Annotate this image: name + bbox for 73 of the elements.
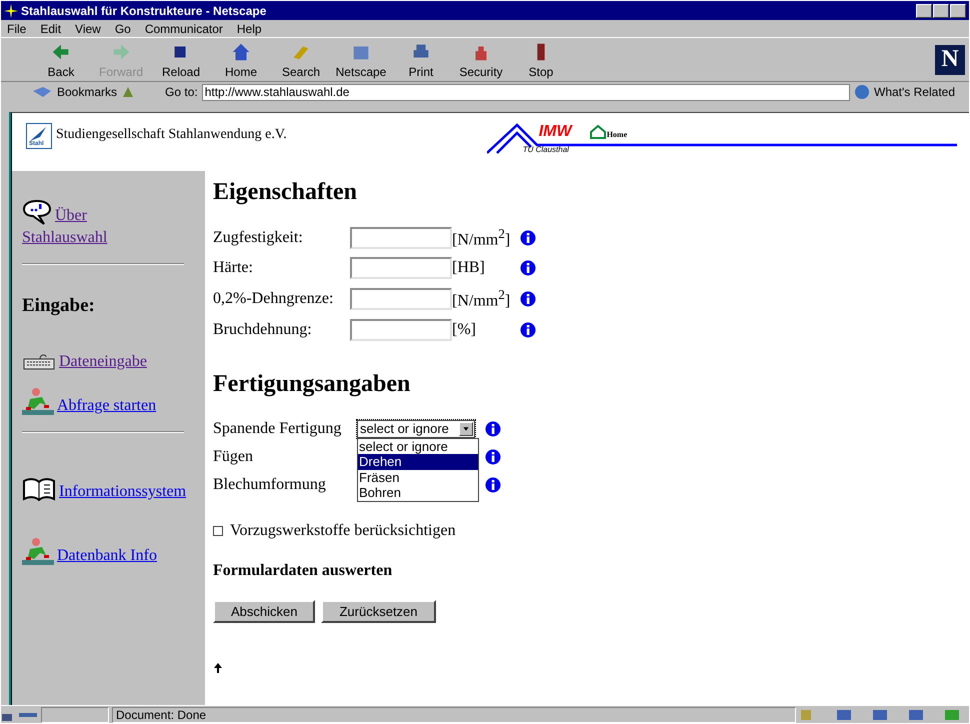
sidebar-link[interactable]: Informationssystem	[59, 483, 186, 501]
input-field[interactable]	[350, 288, 452, 310]
info-icon[interactable]	[520, 260, 536, 276]
dropdown-option[interactable]: Drehen	[358, 454, 478, 470]
unit-label: [N/mm$^{2}$]	[452, 226, 512, 250]
info-icon[interactable]	[520, 322, 536, 338]
unit-label: [%]	[452, 320, 477, 339]
sidebar-heading: Eingabe:	[22, 295, 96, 317]
up-arrow-icon[interactable]	[213, 662, 223, 673]
app-icon	[4, 4, 18, 18]
unit-label: [HB]	[452, 259, 486, 278]
menu-item[interactable]: Go	[114, 22, 131, 36]
imw-logo-text: IMW	[538, 123, 572, 141]
menu-item[interactable]: File	[7, 22, 26, 36]
input-field[interactable]	[350, 257, 452, 280]
close-button[interactable]	[950, 4, 966, 18]
input-field[interactable]	[350, 226, 452, 249]
sidebar-link[interactable]: Datenbank Info	[57, 547, 157, 565]
menu-item[interactable]: Edit	[40, 22, 62, 36]
field-label: Fügen	[213, 448, 254, 466]
progress-pane	[41, 706, 109, 722]
section-heading: Fertigungsangaben	[213, 370, 412, 398]
speech-bubble-icon	[22, 199, 52, 225]
toolbar-button[interactable]: Print	[391, 40, 451, 78]
sidebar-link[interactable]: Dateneingabe	[59, 353, 147, 371]
window-title: Stahlauswahl für Konstrukteure - Netscape	[21, 4, 266, 18]
form-heading: Formulardaten auswerten	[213, 562, 394, 580]
whats-related-button[interactable]: What's Related	[874, 85, 955, 99]
university-name: TU Clausthal	[522, 145, 569, 154]
menu-item[interactable]: View	[75, 22, 101, 36]
field-label: Blechumformung	[213, 476, 327, 494]
sidebar-link[interactable]: Abfrage starten	[57, 397, 156, 415]
field-label: Härte:	[213, 259, 254, 278]
book-icon	[22, 477, 56, 501]
sidebar-link[interactable]: Stahlauswahl	[22, 229, 108, 247]
running-figure-icon	[22, 537, 54, 565]
toolbar-button[interactable]: Back	[31, 40, 91, 78]
input-field[interactable]	[350, 318, 452, 341]
info-icon[interactable]	[485, 448, 501, 465]
field-label: Bruchdehnung:	[213, 320, 313, 339]
url-field[interactable]: http://www.stahlauswahl.de	[202, 84, 850, 100]
toolbar-button[interactable]: Stop	[511, 40, 571, 78]
info-icon[interactable]	[520, 290, 536, 307]
bookmarks-button[interactable]: Bookmarks	[57, 85, 118, 99]
go-to-label: Go to:	[165, 85, 198, 99]
section-heading: Eigenschaften	[213, 179, 358, 206]
checkbox-label: Vorzugswerkstoffe berücksichtigen	[230, 522, 456, 540]
form-button[interactable]: Abschicken	[213, 600, 316, 623]
toolbar-button[interactable]: Netscape	[331, 40, 391, 78]
form-button[interactable]: Zurücksetzen	[321, 600, 436, 623]
minimize-button[interactable]	[916, 4, 932, 18]
unit-label: [N/mm$^{2}$]	[452, 287, 512, 311]
checkbox[interactable]	[213, 526, 223, 536]
organization-name: Studiengesellschaft Stahlanwendung e.V.	[56, 127, 287, 143]
maximize-button[interactable]	[933, 4, 949, 18]
status-text: Document: Done	[112, 706, 796, 722]
browser-logo: N	[935, 44, 965, 74]
toolbar-button[interactable]: Search	[271, 40, 331, 78]
field-label: Zugfestigkeit:	[213, 228, 304, 247]
info-icon[interactable]	[520, 230, 536, 246]
home-icon[interactable]	[590, 125, 606, 139]
menu-item[interactable]: Help	[236, 22, 262, 36]
info-icon[interactable]	[485, 420, 501, 437]
sidebar-link[interactable]: Über	[55, 207, 87, 225]
running-figure-icon	[22, 387, 54, 415]
toolbar-button[interactable]: Security	[451, 40, 511, 78]
home-link[interactable]: Home	[606, 130, 628, 139]
field-label: 0,2%-Dehngrenze:	[213, 290, 334, 308]
toolbar-button[interactable]: Reload	[151, 40, 211, 78]
toolbar-button[interactable]: Home	[211, 40, 271, 78]
info-icon[interactable]	[485, 476, 501, 493]
field-label: Spanende Fertigung	[213, 420, 342, 438]
menu-item[interactable]: Communicator	[144, 22, 223, 36]
